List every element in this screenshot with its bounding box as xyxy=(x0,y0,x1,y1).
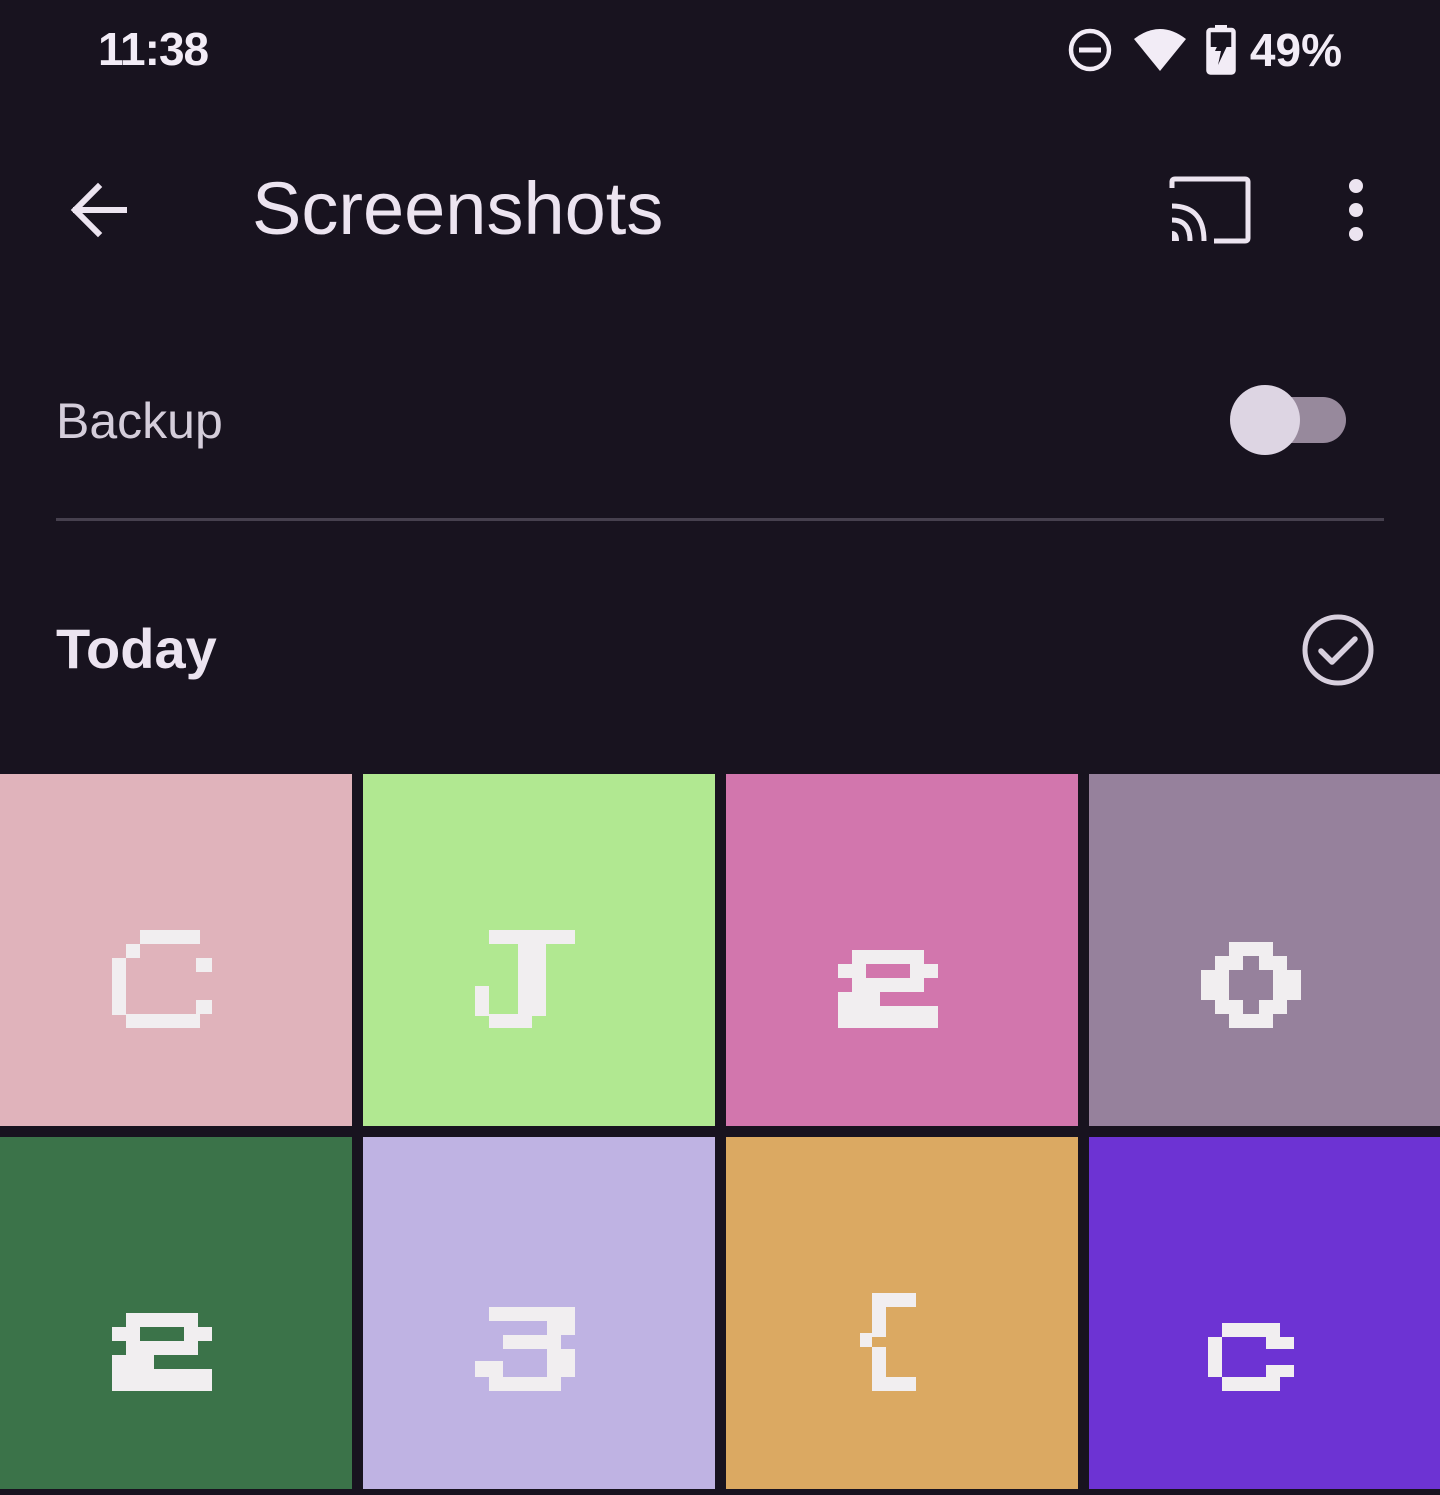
thumbnail-image: { xyxy=(726,1137,1078,1489)
thumbnail-image: 2 xyxy=(726,774,1078,1126)
thumbnail[interactable]: c xyxy=(1089,1137,1440,1489)
back-arrow-icon xyxy=(70,182,127,238)
status-icons: 49% xyxy=(1048,22,1342,78)
thumbnail-image: 0 xyxy=(1089,774,1440,1126)
divider xyxy=(56,518,1384,521)
thumbnail-image: 2 xyxy=(0,1137,352,1489)
app-bar: Screenshots xyxy=(0,140,1440,280)
thumbnail-image: c xyxy=(1089,1137,1440,1489)
select-all-button[interactable] xyxy=(1296,608,1380,692)
wifi-icon xyxy=(1132,27,1188,73)
thumbnail-image: J xyxy=(363,774,715,1126)
back-button[interactable] xyxy=(58,170,138,250)
thumbnail[interactable]: C xyxy=(0,774,352,1126)
battery-percent: 49% xyxy=(1249,24,1342,76)
thumbnail[interactable]: 3 xyxy=(363,1137,715,1489)
backup-toggle[interactable] xyxy=(1228,384,1348,456)
thumbnail[interactable]: J xyxy=(363,774,715,1126)
thumbnail[interactable]: 2 xyxy=(0,1137,352,1489)
more-options-button[interactable] xyxy=(1320,170,1392,250)
do-not-disturb-icon xyxy=(1066,26,1114,74)
page-title: Screenshots xyxy=(252,167,664,250)
thumbnail[interactable]: { xyxy=(726,1137,1078,1489)
thumbnail-image: 3 xyxy=(363,1137,715,1489)
thumbnail-image: C xyxy=(0,774,352,1126)
section-title: Today xyxy=(56,617,217,680)
backup-row: Backup xyxy=(56,356,1384,486)
thumbnail[interactable]: 0 xyxy=(1089,774,1440,1126)
cast-button[interactable] xyxy=(1160,170,1260,250)
check-circle-icon xyxy=(1302,614,1374,686)
status-bar: 11:38 49% xyxy=(0,0,1440,110)
section-header: Today xyxy=(56,590,1384,710)
more-vert-icon xyxy=(1349,179,1363,241)
status-time: 11:38 xyxy=(98,23,209,75)
battery-charging-icon xyxy=(1206,25,1236,75)
backup-label: Backup xyxy=(56,393,223,449)
toggle-thumb xyxy=(1230,385,1300,455)
cast-icon xyxy=(1169,176,1251,244)
thumbnail[interactable]: 2 xyxy=(726,774,1078,1126)
